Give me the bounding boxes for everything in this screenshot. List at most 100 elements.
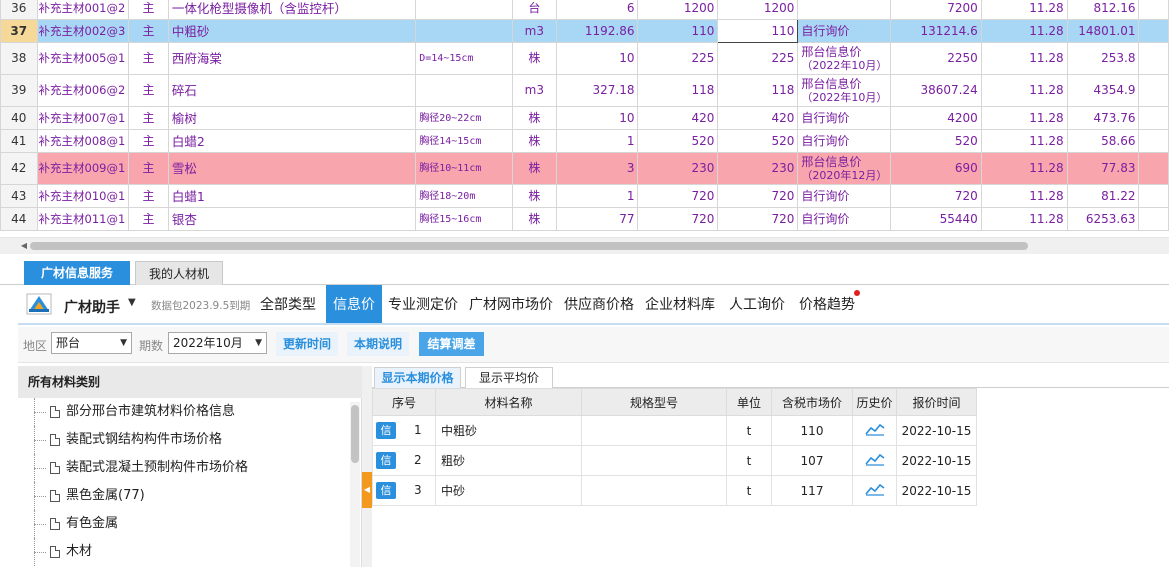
material-code-cell[interactable]: 补充主材010@1: [36, 184, 130, 208]
region-select[interactable]: 邢台 ▼: [51, 332, 132, 354]
row-number-cell[interactable]: 42: [0, 152, 38, 185]
amount-cell[interactable]: 55440: [890, 207, 982, 231]
category-item[interactable]: 木材: [18, 538, 348, 566]
amount-cell[interactable]: 4200: [890, 106, 982, 130]
price-cell[interactable]: 107: [771, 445, 853, 476]
unit-price-cell[interactable]: 1200: [637, 0, 719, 20]
material-name-cell[interactable]: 雪松: [167, 152, 417, 185]
price-column-header[interactable]: 规格型号: [581, 388, 727, 416]
material-unit-cell[interactable]: 株: [511, 152, 558, 185]
row-number-cell[interactable]: 44: [0, 207, 38, 231]
unit-price-cell[interactable]: 110: [637, 19, 719, 43]
price-source-cell[interactable]: 邢台信息价 （2022年10月）: [797, 74, 892, 107]
material-name-cell[interactable]: 西府海棠: [167, 42, 417, 75]
nav-manual-inquiry[interactable]: 人工询价: [723, 285, 791, 323]
row-number-cell[interactable]: 36: [0, 0, 38, 20]
period-note-button[interactable]: 本期说明: [347, 332, 409, 356]
tax-amount-cell[interactable]: 77.83: [1066, 152, 1140, 185]
market-price-cell[interactable]: 420: [717, 106, 799, 130]
price-source-cell[interactable]: 邢台信息价 （2022年10月）: [797, 42, 892, 75]
tax-rate-cell[interactable]: 11.28: [980, 106, 1068, 130]
material-spec-cell[interactable]: D=14~15cm: [415, 42, 513, 75]
material-spec-cell[interactable]: [415, 0, 513, 20]
history-cell[interactable]: [852, 445, 897, 476]
nav-price-trend[interactable]: 价格趋势: [794, 285, 860, 323]
price-source-cell[interactable]: 自行询价: [797, 129, 892, 153]
grid-row[interactable]: 42 补充主材009@1 主雪松 胸径10~11cm 株 3 230 230 邢台信息价 （202…: [0, 152, 1169, 185]
grid-row[interactable]: 38 补充主材005@1 主西府海棠 D=14~15cm 株 10 225 225 邢台信息价（…: [0, 42, 1169, 75]
material-name-cell[interactable]: 中粗砂: [167, 19, 417, 43]
material-code-cell[interactable]: 补充主材007@1: [36, 106, 130, 130]
nav-market-price[interactable]: 广材网市场价: [465, 285, 557, 323]
price-source-cell[interactable]: 自行询价: [797, 19, 892, 43]
update-time-button[interactable]: 更新时间: [276, 332, 338, 356]
material-code-cell[interactable]: 补充主材006@2: [36, 74, 130, 107]
price-cell[interactable]: 110: [771, 415, 853, 446]
assistant-name[interactable]: 广材助手: [64, 297, 120, 317]
material-unit-cell[interactable]: 株: [511, 207, 558, 231]
quantity-cell[interactable]: 1: [556, 129, 639, 153]
material-name-cell[interactable]: 榆树: [167, 106, 417, 130]
material-type-cell[interactable]: 主: [128, 74, 169, 107]
market-price-cell[interactable]: 110: [717, 19, 799, 43]
material-unit-cell[interactable]: 台: [511, 0, 558, 20]
date-cell[interactable]: 2022-10-15: [896, 475, 977, 506]
market-price-cell[interactable]: 225: [717, 42, 799, 75]
spacer-cell[interactable]: [1138, 19, 1169, 43]
material-code-cell[interactable]: 补充主材005@1: [36, 42, 130, 75]
price-row[interactable]: 信 2 粗砂 t 107 2022-10-15: [372, 445, 977, 476]
price-row[interactable]: 信 3 中砂 t 117 2022-10-15: [372, 475, 977, 506]
material-name-cell[interactable]: 粗砂: [435, 445, 582, 476]
price-source-cell[interactable]: 自行询价: [797, 184, 892, 208]
period-select[interactable]: 2022年10月 ▼: [168, 332, 267, 354]
horizontal-scrollbar[interactable]: ◀: [0, 237, 1169, 254]
market-price-cell[interactable]: 720: [717, 207, 799, 231]
market-price-cell[interactable]: 520: [717, 129, 799, 153]
spec-cell[interactable]: [581, 475, 727, 506]
category-item[interactable]: 有色金属: [18, 510, 348, 538]
grid-row[interactable]: 39 补充主材006@2 主碎石 m3 327.18 118 118 邢台信息价 （2022年1…: [0, 74, 1169, 107]
tax-amount-cell[interactable]: 253.8: [1066, 42, 1140, 75]
material-name-cell[interactable]: 白蜡1: [167, 184, 417, 208]
spacer-cell[interactable]: [1138, 106, 1169, 130]
material-type-cell[interactable]: 主: [128, 152, 169, 185]
material-name-cell[interactable]: 碎石: [167, 74, 417, 107]
tax-rate-cell[interactable]: 11.28: [980, 74, 1068, 107]
material-code-cell[interactable]: 补充主材001@2: [36, 0, 130, 20]
row-number-cell[interactable]: 40: [0, 106, 38, 130]
tax-rate-cell[interactable]: 11.28: [980, 0, 1068, 20]
spacer-cell[interactable]: [1138, 42, 1169, 75]
grid-row[interactable]: 40 补充主材007@1 主榆树 胸径20~22cm 株 10 420 420 自行询价 4200…: [0, 106, 1169, 130]
amount-cell[interactable]: 38607.24: [890, 74, 982, 107]
unit-price-cell[interactable]: 230: [637, 152, 719, 185]
trend-chart-icon[interactable]: [864, 452, 885, 466]
unit-cell[interactable]: t: [726, 415, 772, 446]
material-spec-cell[interactable]: 胸径15~16cm: [415, 207, 513, 231]
grid-row[interactable]: 36 补充主材001@2 主一体化枪型摄像机（含监控杆）台 6 1200 1200 7200…: [0, 0, 1169, 20]
tax-amount-cell[interactable]: 812.16: [1066, 0, 1140, 20]
market-price-cell[interactable]: 720: [717, 184, 799, 208]
amount-cell[interactable]: 7200: [890, 0, 982, 20]
quantity-cell[interactable]: 3: [556, 152, 639, 185]
tax-rate-cell[interactable]: 11.28: [980, 129, 1068, 153]
unit-cell[interactable]: t: [726, 445, 772, 476]
material-type-cell[interactable]: 主: [128, 42, 169, 75]
unit-price-cell[interactable]: 420: [637, 106, 719, 130]
price-column-header[interactable]: 历史价: [852, 388, 897, 416]
material-spec-cell[interactable]: 胸径14~15cm: [415, 129, 513, 153]
category-scroll-thumb[interactable]: [351, 405, 359, 463]
material-type-cell[interactable]: 主: [128, 106, 169, 130]
category-header[interactable]: 所有材料类别: [18, 366, 362, 398]
spacer-cell[interactable]: [1138, 74, 1169, 107]
amount-cell[interactable]: 690: [890, 152, 982, 185]
category-item[interactable]: 装配式混凝土预制构件市场价格: [18, 454, 348, 482]
tax-amount-cell[interactable]: 81.22: [1066, 184, 1140, 208]
price-source-cell[interactable]: 自行询价: [797, 207, 892, 231]
category-item[interactable]: 装配式钢结构构件市场价格: [18, 426, 348, 454]
material-type-cell[interactable]: 主: [128, 129, 169, 153]
price-cell[interactable]: 117: [771, 475, 853, 506]
unit-price-cell[interactable]: 225: [637, 42, 719, 75]
unit-price-cell[interactable]: 720: [637, 207, 719, 231]
material-unit-cell[interactable]: 株: [511, 129, 558, 153]
quantity-cell[interactable]: 1192.86: [556, 19, 639, 43]
